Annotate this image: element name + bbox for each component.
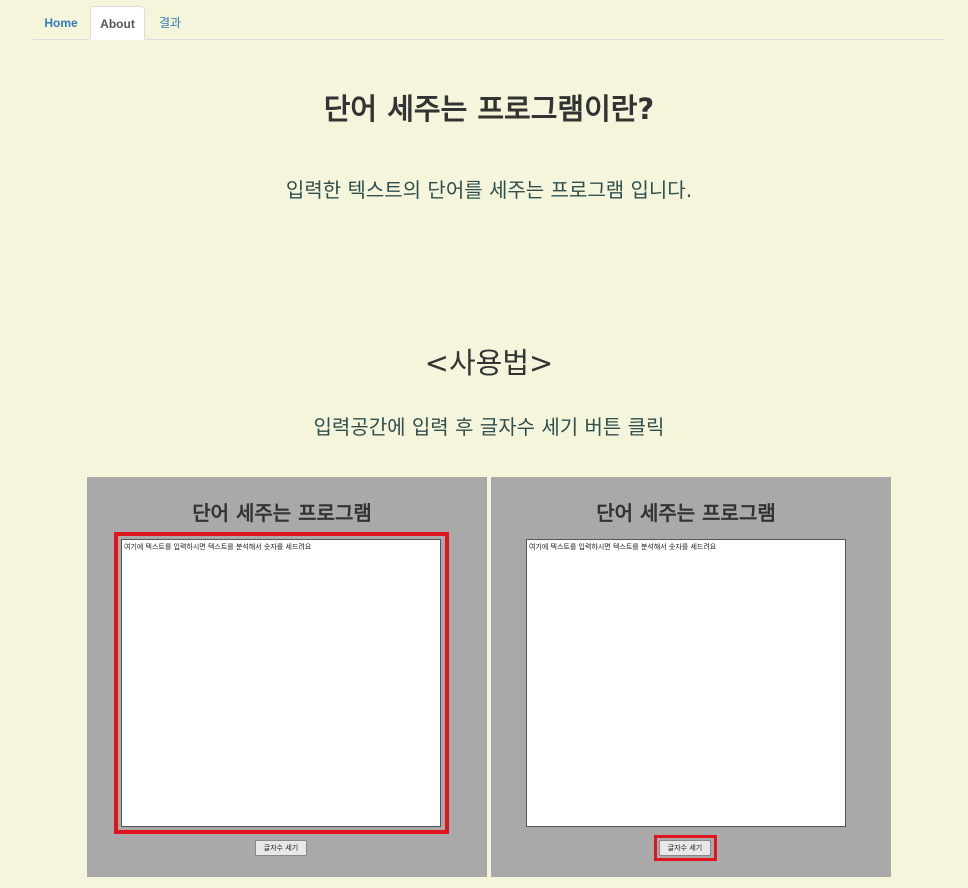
page: Home About 결과 단어 세주는 프로그램이란? 입력한 텍스트의 단어… (0, 0, 968, 888)
example-panel-input: 단어 세주는 프로그램 여기에 텍스트를 입력하시면 텍스트를 분석해서 숫자를… (87, 477, 487, 877)
text-input[interactable]: 여기에 텍스트를 입력하시면 텍스트를 분석해서 숫자를 세드려요 (526, 539, 846, 827)
page-description: 입력한 텍스트의 단어를 세주는 프로그램 입니다. (285, 178, 693, 202)
tab-result[interactable]: 결과 (149, 6, 191, 40)
usage-title: <사용법> (424, 346, 554, 380)
count-button[interactable]: 글자수 세기 (659, 840, 711, 856)
tab-about[interactable]: About (90, 6, 145, 40)
page-title: 단어 세주는 프로그램이란? (323, 92, 655, 126)
panel-title: 단어 세주는 프로그램 (596, 501, 776, 525)
example-panel-button: 단어 세주는 프로그램 여기에 텍스트를 입력하시면 텍스트를 분석해서 숫자를… (491, 477, 891, 877)
count-button[interactable]: 글자수 세기 (255, 840, 307, 856)
text-input[interactable]: 여기에 텍스트를 입력하시면 텍스트를 분석해서 숫자를 세드려요 (121, 539, 441, 827)
usage-description: 입력공간에 입력 후 글자수 세기 버튼 클릭 (313, 415, 665, 439)
nav-tabs: Home About 결과 (33, 6, 945, 40)
tab-home[interactable]: Home (33, 6, 89, 40)
panel-title: 단어 세주는 프로그램 (192, 501, 372, 525)
